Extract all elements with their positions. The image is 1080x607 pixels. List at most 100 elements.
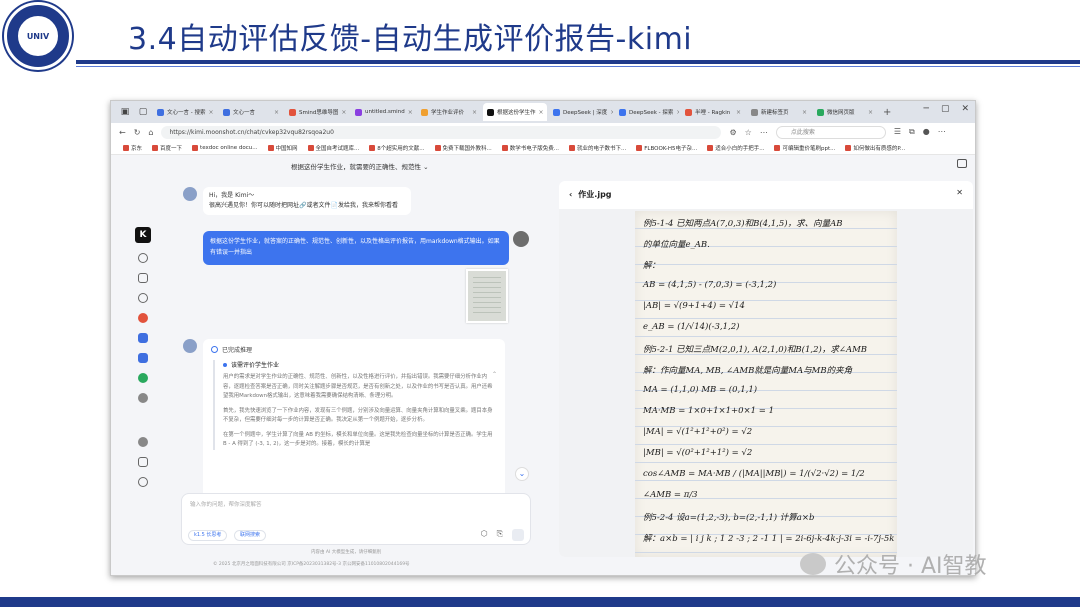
chat-input[interactable]: 输入你的问题，帮你深度解答 k1.5 长思考 联网搜索 ⬡ ⎘	[181, 493, 531, 545]
history-icon[interactable]	[138, 273, 148, 283]
tab-label: DeepSeek | 深度	[563, 110, 608, 116]
bookmark-item[interactable]: 8个超实用的文献...	[369, 144, 425, 152]
university-logo: UNIV	[4, 2, 72, 70]
bookmark-item[interactable]: FLBOOK-H5电子杂...	[636, 144, 697, 152]
tab-6[interactable]: DeepSeek | 深度×	[549, 103, 613, 121]
tab-2[interactable]: Smind思维导图 ×	[285, 103, 349, 121]
tab-close-icon[interactable]: ×	[208, 109, 213, 116]
minimize-icon[interactable]: ─	[924, 104, 929, 114]
feedback-icon[interactable]	[138, 477, 148, 487]
tab-actions-icon[interactable]: ▢	[135, 105, 151, 119]
tab-close-icon[interactable]: ×	[868, 109, 873, 116]
tab-close-icon[interactable]: ×	[539, 109, 544, 116]
tab-close-icon[interactable]: ×	[610, 109, 613, 116]
new-tab-icon[interactable]: +	[883, 107, 891, 118]
bookmark-item[interactable]: 全国自考试题库...	[307, 144, 360, 152]
ppt-app-icon[interactable]	[138, 313, 148, 323]
bookmark-item[interactable]: 就业的电子数书下...	[569, 144, 626, 152]
bookmark-item[interactable]: 数学书电子版免费...	[501, 144, 559, 152]
handwriting-line: 解：	[643, 261, 661, 271]
bookmark-item[interactable]: 如何做出有质感的P...	[845, 144, 905, 152]
window-menu-icon[interactable]: ▣	[117, 105, 133, 119]
new-chat-icon[interactable]	[138, 253, 148, 263]
close-icon[interactable]: ✕	[956, 188, 963, 197]
bookmark-item[interactable]: 适合小白的手把手...	[707, 144, 764, 152]
bookmark-item[interactable]: 免费下载国外教科...	[434, 144, 492, 152]
handwriting-line: 例5-2-1 已知三点M(2,0,1), A(2,1,0)和B(1,2)，求∠A…	[643, 345, 868, 355]
star-icon[interactable]: ☆	[745, 128, 752, 137]
tab-5[interactable]: 根据这份学生作 ×	[483, 103, 547, 121]
bookmark-favicon-icon	[192, 144, 199, 151]
tab-close-icon[interactable]: ×	[736, 109, 741, 116]
reasoning-status[interactable]: 已完成推理	[211, 345, 497, 354]
panel-toggle-icon[interactable]	[957, 159, 967, 168]
explore-icon[interactable]	[138, 293, 148, 303]
tab-0[interactable]: 文心一言 - 搜索 ×	[153, 103, 217, 121]
doc-app-icon[interactable]	[138, 333, 148, 343]
bottom-bar	[0, 597, 1080, 607]
settings-icon[interactable]: ⚙	[729, 128, 736, 137]
chevron-up-icon[interactable]: ⌃	[492, 371, 497, 378]
check-circle-icon	[211, 346, 218, 353]
reasoning-paragraph: 首先，我先快速浏览了一下作业内容，发现有三个例题，分别涉及向量运算、向量夹角计算…	[223, 407, 493, 424]
tab-close-icon[interactable]: ×	[472, 109, 477, 116]
phone-icon[interactable]	[138, 457, 148, 467]
tab-9[interactable]: 新建标签页 ×	[747, 103, 811, 121]
bookmark-item[interactable]: 百度一下	[152, 144, 182, 152]
agent-avatar-icon[interactable]	[138, 393, 148, 403]
sheet-app-icon[interactable]	[138, 373, 148, 383]
bookmark-favicon-icon	[123, 144, 129, 151]
tab-8[interactable]: 半哩 - Ragkin ×	[681, 103, 745, 121]
tab-close-icon[interactable]: ×	[341, 109, 346, 116]
bookmark-favicon-icon	[774, 144, 781, 151]
chevron-down-icon: ⌄	[423, 163, 429, 171]
tab-close-icon[interactable]: ×	[676, 109, 679, 116]
extensions-icon[interactable]: ⋯	[760, 128, 768, 137]
refresh-icon[interactable]: ↻	[134, 128, 141, 137]
tab-favicon-icon	[223, 108, 230, 116]
tab-label: 文心一言	[233, 110, 256, 116]
attach-icon[interactable]: ⎘	[497, 529, 503, 541]
tab-7[interactable]: DeepSeek - 探索×	[615, 103, 679, 121]
home-icon[interactable]: ⌂	[148, 128, 153, 137]
bookmark-item[interactable]: 中国知网	[267, 144, 298, 152]
close-window-icon[interactable]: ✕	[961, 104, 969, 114]
bookmark-label: texdoc online docu...	[200, 144, 258, 151]
handwriting-line: 的单位向量e_AB.	[643, 240, 710, 250]
cube-icon[interactable]: ⬡	[481, 529, 488, 541]
collections-icon[interactable]: ⧉	[909, 127, 915, 137]
bookmark-favicon-icon	[307, 144, 314, 151]
bookmark-favicon-icon	[636, 144, 643, 151]
kimi-logo[interactable]: K	[135, 227, 151, 243]
reasoning-paragraph: 在第一个例题中，学生计算了向量 AB 的坐标，模长和单位向量。这是我先检查向量坐…	[223, 431, 493, 448]
url-field[interactable]: https://kimi.moonshot.cn/chat/cvkep32vqu…	[161, 125, 722, 139]
favorites-icon[interactable]: ☰	[894, 127, 901, 137]
bookmark-label: 全国自考试题库...	[315, 145, 360, 152]
tab-close-icon[interactable]: ×	[274, 109, 279, 116]
reasoning-paragraph: 用户的需求是对学生作业的正确性、规范性、创新性，以及性格进行评价，并指出错误。我…	[223, 374, 493, 399]
tab-1[interactable]: 文心一言 ×	[219, 103, 283, 121]
conversation-title[interactable]: 根据这份学生作业，就需要的正确性、规范性 ⌄	[291, 161, 429, 171]
back-chevron-icon[interactable]: ‹	[569, 190, 572, 199]
kimi-plus-icon[interactable]	[138, 353, 148, 363]
more-icon[interactable]: ⋯	[938, 127, 946, 137]
web-search-toggle[interactable]: 联网搜索	[234, 530, 267, 541]
bookmark-item[interactable]: 京东	[123, 144, 142, 152]
tab-10[interactable]: 微信网页版 ×	[813, 103, 877, 121]
profile-icon[interactable]: ●	[923, 127, 930, 137]
handwriting-line: 例5-1-4 已知两点A(7,0,3)和B(4,1,5)，求、向量AB	[643, 219, 843, 229]
tab-close-icon[interactable]: ×	[802, 109, 807, 116]
bookmark-item[interactable]: 可编辑重价笔刷ppt...	[774, 144, 835, 152]
tab-close-icon[interactable]: ×	[408, 109, 413, 116]
back-icon[interactable]: ←	[119, 128, 126, 137]
maximize-icon[interactable]: ▢	[941, 104, 950, 114]
tab-4[interactable]: 学生作业评价 ×	[417, 103, 481, 121]
user-avatar-icon[interactable]	[138, 437, 148, 447]
browser-search-input[interactable]: 点此搜索	[775, 125, 886, 139]
long-think-toggle[interactable]: k1.5 长思考	[188, 530, 228, 541]
tab-3[interactable]: untitled.smind ×	[351, 103, 415, 121]
homework-image-thumbnail[interactable]	[466, 269, 508, 323]
scroll-down-icon[interactable]: ⌄	[515, 467, 529, 481]
bookmark-item[interactable]: texdoc online docu...	[192, 144, 258, 151]
send-button[interactable]	[512, 529, 524, 541]
